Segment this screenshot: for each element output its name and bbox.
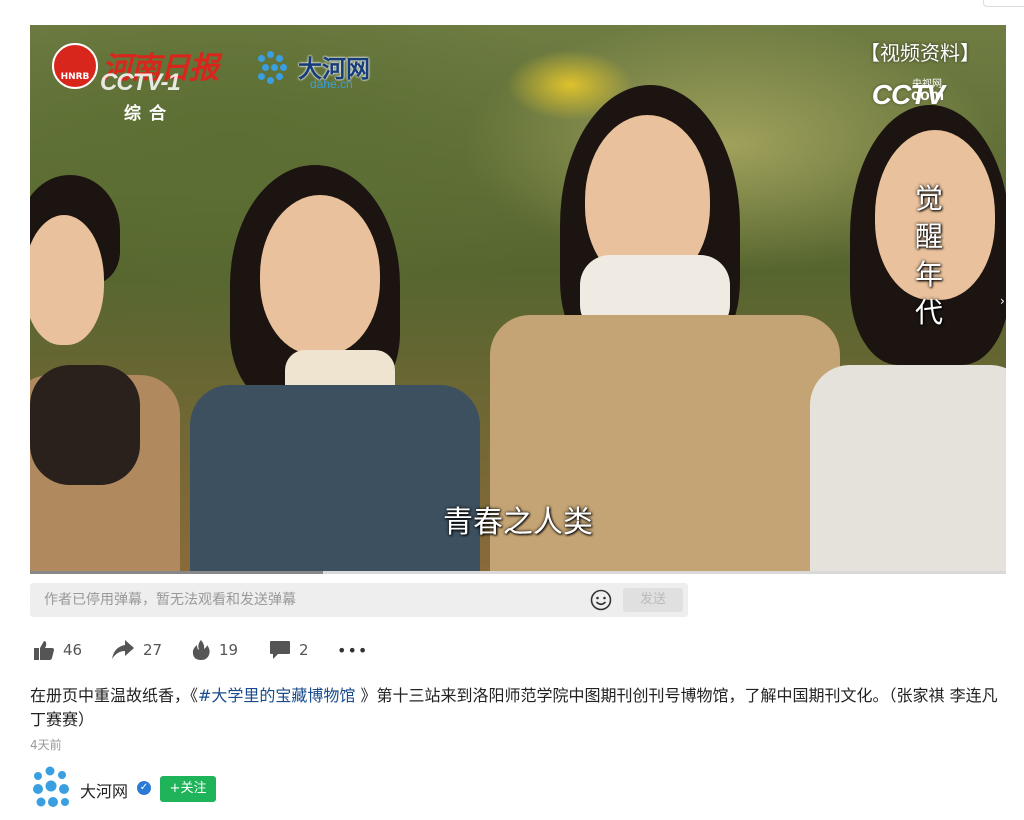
cctv-com-suffix: com [911,87,944,104]
follow-button[interactable]: +关注 [160,776,216,802]
danmaku-input[interactable]: 作者已停用弹幕，暂无法观看和发送弹幕 [44,583,296,617]
cctv1-logo: CCTV-1 [100,69,181,96]
hot-count: 19 [219,641,239,659]
like-count: 46 [63,641,83,659]
post-description: 在册页中重温故纸香，《#大学里的宝藏博物馆 》第十三站来到洛阳师范学院中图期刊创… [30,684,1010,732]
hnrb-logo: HNRB [52,43,98,89]
like-button[interactable]: 46 [33,636,82,664]
video-progress-fill [30,571,323,574]
video-subtitle: 青春之人类 [443,505,593,540]
hot-button[interactable]: 19 [191,636,238,664]
smile-icon[interactable] [590,589,612,611]
desc-prefix: 在册页中重温故纸香，《 [30,686,199,705]
video-progress-bar[interactable] [30,571,1006,574]
danmaku-bar: 作者已停用弹幕，暂无法观看和发送弹幕 发送 [30,583,688,617]
author-avatar[interactable] [30,766,74,810]
comment-count: 2 [299,641,309,659]
author-name[interactable]: 大河网 [80,778,128,802]
video-source-label: 【视频资料】 [860,41,980,65]
more-options-icon[interactable]: ••• [337,636,368,664]
share-count: 27 [143,641,163,659]
flame-icon [192,640,210,660]
share-button[interactable]: 27 [111,636,162,664]
comment-button[interactable]: 2 [269,636,309,664]
share-arrow-icon [112,640,134,659]
comment-icon [270,641,290,659]
thumbs-up-icon [34,641,54,660]
cctv1-subtitle: 综合 [124,104,174,124]
chevron-right-icon[interactable]: › [1000,292,1008,310]
dahe-logo-icon [258,51,292,85]
dahe-domain: dahe.cn [310,77,353,91]
drama-title: 觉醒年代 [914,182,943,329]
post-time: 4天前 [30,738,62,752]
top-right-corner-fragment [983,0,1024,7]
send-danmaku-button[interactable]: 发送 [623,588,683,612]
topic-link[interactable]: #大学里的宝藏博物馆 [198,686,355,705]
verified-icon: ✓ [137,781,151,795]
video-player[interactable]: HNRB 河南日报 CCTV-1 综合 大河网 dahe.cn 【视频资料】 C… [30,25,1006,573]
